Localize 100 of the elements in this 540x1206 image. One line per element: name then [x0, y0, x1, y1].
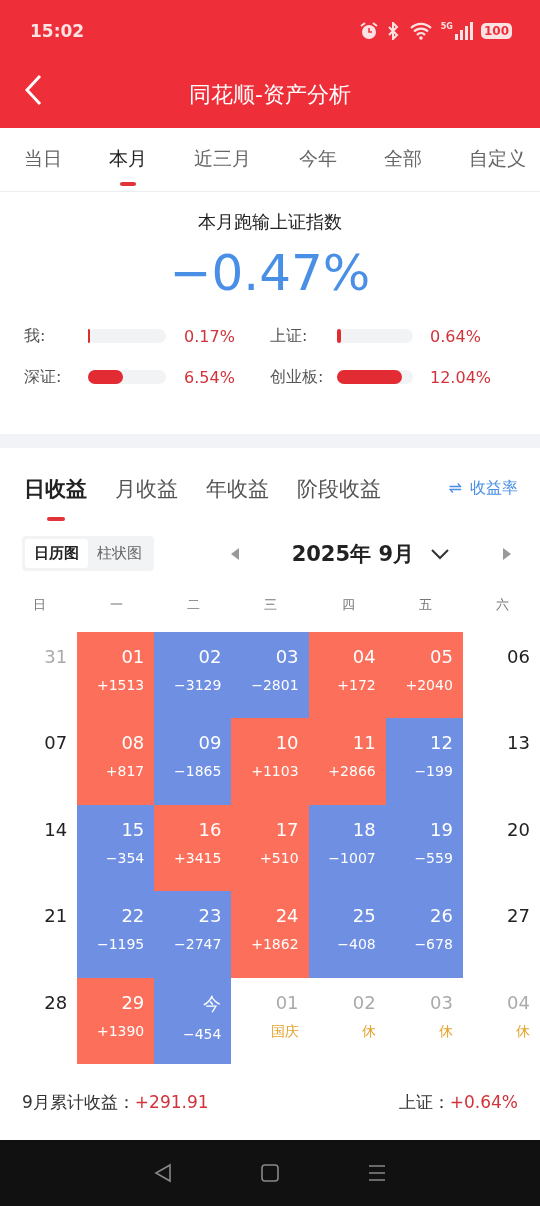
network-label: 5G: [440, 21, 453, 31]
day-cell[interactable]: 11 +2866: [308, 718, 386, 805]
period-tab[interactable]: 本月: [109, 132, 148, 187]
day-number: 16: [198, 818, 222, 840]
period-tab[interactable]: 自定义: [468, 132, 526, 187]
back-nav-icon[interactable]: [154, 1163, 173, 1183]
day-cell[interactable]: 25 −408: [308, 891, 386, 978]
day-number: 12: [429, 732, 453, 754]
day-cell[interactable]: 04 +172: [308, 631, 386, 719]
period-tab[interactable]: 今年: [298, 132, 337, 187]
comparison-label: 创业板:: [270, 366, 325, 388]
day-cell[interactable]: 19 −559: [385, 804, 463, 892]
day-number: 01: [275, 991, 299, 1013]
previous-icon[interactable]: [229, 546, 240, 561]
day-number: 09: [198, 732, 222, 754]
day-profit: +2040: [405, 676, 453, 693]
bluetooth-icon: [386, 22, 401, 40]
comparison-value: 0.64%: [430, 326, 482, 346]
view-option[interactable]: 日历图: [25, 539, 88, 569]
chevron-down-icon[interactable]: [430, 547, 450, 560]
day-number: 26: [429, 905, 453, 927]
day-cell[interactable]: 今 −454: [154, 977, 232, 1065]
summary-title: 本月跑输上证指数: [198, 209, 342, 234]
comparison-label: 我:: [24, 325, 47, 347]
day-profit: −2801: [251, 676, 299, 693]
day-number: 02: [352, 991, 376, 1013]
day-number: 19: [429, 818, 453, 840]
rate-toggle[interactable]: ⇌ 收益率: [448, 478, 518, 518]
signal-icon: [454, 22, 473, 40]
day-profit: +1513: [96, 676, 145, 693]
day-cell[interactable]: 24 +1862: [231, 891, 309, 978]
day-number: 21: [44, 905, 68, 927]
day-cell[interactable]: 10 +1103: [231, 718, 309, 805]
weekday-label: 三: [264, 595, 278, 614]
day-profit: +3415: [174, 849, 222, 866]
day-cell[interactable]: 18 −1007: [308, 804, 386, 892]
day-cell[interactable]: 26 −678: [385, 891, 463, 978]
back-icon[interactable]: [24, 74, 44, 106]
day-cell[interactable]: 22 −1195: [77, 891, 155, 978]
day-number: 22: [121, 905, 145, 927]
menu-icon[interactable]: [367, 1164, 386, 1182]
day-profit: −1007: [328, 849, 376, 866]
profit-tab[interactable]: 年收益: [206, 474, 269, 521]
day-profit: −559: [414, 849, 453, 866]
day-cell[interactable]: 15 −354: [77, 804, 155, 892]
day-cell[interactable]: 08 +817: [77, 718, 155, 805]
weekday-label: 六: [495, 595, 509, 614]
day-cell[interactable]: 29 +1390: [77, 977, 155, 1065]
month-label[interactable]: 2025年 9月: [291, 539, 414, 568]
status-time: 15:02: [30, 21, 86, 41]
day-cell[interactable]: 02 −3129: [154, 631, 232, 719]
day-cell[interactable]: 03 −2801: [231, 631, 309, 719]
day-number: 04: [352, 645, 376, 667]
period-tab[interactable]: 当日: [24, 132, 62, 187]
day-profit: −678: [414, 936, 453, 953]
day-cell[interactable]: 16 +3415: [154, 804, 232, 892]
day-profit: −3129: [174, 676, 222, 693]
alarm-icon: [358, 21, 379, 41]
profit-tab[interactable]: 月收益: [115, 474, 178, 521]
profit-tab[interactable]: 阶段收益: [297, 474, 381, 521]
day-profit: −454: [182, 1025, 222, 1042]
holiday-note: 国庆: [270, 1022, 299, 1041]
comparison-label: 深证:: [24, 366, 63, 388]
weekday-label: 五: [418, 595, 432, 614]
day-cell[interactable]: 05 +2040: [385, 631, 463, 719]
day-number: 11: [352, 732, 376, 754]
day-profit: −408: [337, 936, 376, 953]
day-cell[interactable]: 09 −1865: [154, 718, 232, 805]
day-number: 31: [44, 645, 68, 667]
day-profit: −1865: [174, 763, 222, 780]
weekday-label: 二: [187, 595, 201, 614]
view-option[interactable]: 柱状图: [88, 539, 151, 569]
day-number: 08: [121, 732, 145, 754]
weekday-label: 四: [341, 595, 355, 614]
day-number: 13: [507, 732, 530, 754]
comparison-value: 0.17%: [184, 326, 236, 346]
day-cell[interactable]: 23 −2747: [154, 891, 232, 978]
day-number: 18: [352, 818, 376, 840]
period-tab[interactable]: 近三月: [194, 132, 252, 187]
day-number: 02: [198, 645, 222, 667]
holiday-note: 休: [361, 1022, 376, 1041]
next-icon[interactable]: [502, 546, 512, 561]
day-cell[interactable]: 17 +510: [231, 804, 309, 892]
page-title: 同花顺-资产分析: [189, 80, 351, 109]
day-profit: +1103: [251, 763, 299, 780]
day-number: 29: [121, 991, 145, 1013]
profit-tab[interactable]: 日收益: [24, 474, 87, 521]
day-cell[interactable]: 01 +1513: [77, 631, 155, 719]
battery-level: 100: [480, 23, 512, 39]
day-profit: +1390: [96, 1022, 145, 1039]
period-tab[interactable]: 全部: [383, 132, 422, 187]
day-number: 01: [121, 645, 145, 667]
day-profit: +1862: [251, 936, 299, 953]
home-nav-icon[interactable]: [261, 1164, 279, 1182]
day-number: 27: [507, 905, 530, 927]
day-cell[interactable]: 12 −199: [385, 718, 463, 805]
summary-value: −0.47%: [169, 243, 371, 302]
day-number: 03: [429, 991, 453, 1013]
day-profit: +2866: [328, 763, 376, 780]
weekday-label: 日: [33, 595, 46, 614]
